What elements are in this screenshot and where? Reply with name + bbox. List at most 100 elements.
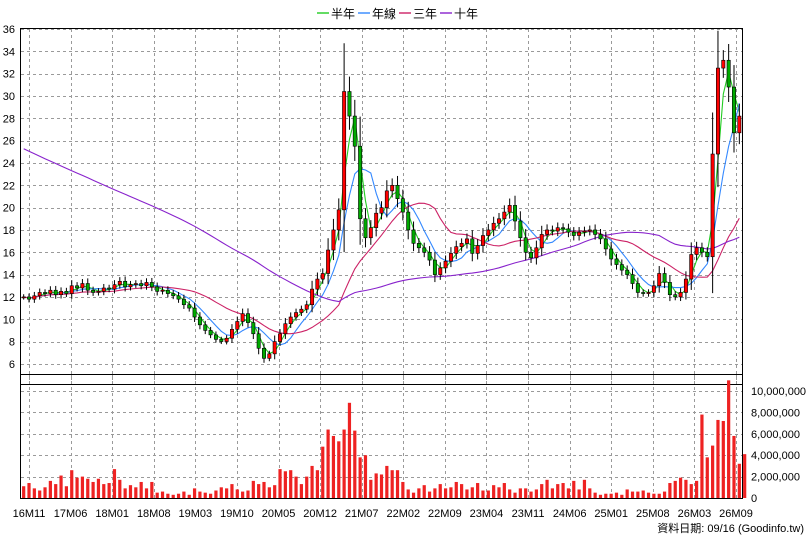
volume-axis: 0 2,000,000 4,000,000 6,000,000 8,000,000 10,… [751, 386, 806, 505]
volume-bar [86, 478, 90, 498]
price-tick-label: 36 [3, 24, 15, 36]
chart-legend: 半年 年線 三年 十年 [317, 6, 478, 21]
time-tick-label: 26M03 [678, 508, 712, 520]
volume-tick-label: 8,000,000 [751, 407, 800, 419]
volume-bar [225, 488, 229, 498]
volume-bar [128, 485, 133, 498]
time-axis: 16M11 17M06 18M01 18M08 19M03 19M10 20M05 20M12… [13, 508, 753, 520]
volume-bar [460, 484, 464, 498]
volume-bar [203, 492, 207, 498]
candle-body [619, 264, 624, 271]
candle-body [128, 284, 133, 288]
candle-body [213, 334, 218, 340]
stock-chart-window: 半年 年線 三年 十年 6 8 10 12 14 16 18 20 22 24 26 28 30 32 34 36 … [0, 0, 808, 540]
volume-bar [545, 479, 549, 498]
legend-label-ma_ten: 十年 [454, 7, 478, 21]
volume-bars [22, 380, 747, 498]
candle-body [603, 238, 608, 250]
volume-bar [214, 490, 218, 498]
candle-body [384, 190, 389, 208]
price-tick-label: 24 [3, 158, 15, 170]
volume-bar [641, 490, 645, 498]
candle-body [651, 285, 656, 293]
candle-body [80, 283, 85, 289]
time-tick-label: 22M09 [428, 508, 462, 520]
price-tick-label: 12 [3, 292, 15, 304]
candle-body [635, 283, 640, 293]
volume-bar [465, 489, 469, 498]
volume-bar [166, 493, 170, 498]
candle-body [630, 274, 635, 284]
candle-body [683, 278, 688, 293]
candle-body [593, 229, 598, 235]
volume-bar [144, 488, 149, 498]
candle-body [21, 296, 26, 299]
candle-body [513, 205, 517, 222]
candle-body [395, 184, 400, 199]
candle-body [133, 283, 138, 285]
candle-body [123, 280, 128, 288]
volume-bar [331, 435, 336, 498]
candle-body [69, 285, 74, 294]
price-tick-label: 34 [3, 46, 15, 58]
candle-body [203, 324, 208, 331]
volume-bar [315, 470, 320, 498]
volume-bar [443, 488, 448, 498]
volume-bar [470, 487, 474, 498]
time-tick-label: 17M06 [54, 508, 88, 520]
candle-body [149, 282, 154, 288]
candle-body [566, 228, 571, 233]
volume-bar [112, 469, 117, 498]
volume-bar [102, 484, 106, 498]
volume-bar [427, 491, 432, 498]
volume-bar [716, 419, 720, 498]
candle-body [294, 312, 299, 318]
volume-bar [267, 487, 271, 498]
candle-body [368, 227, 373, 239]
volume-bar [363, 455, 368, 498]
volume-bar [171, 494, 175, 498]
candle-body [438, 267, 443, 275]
volume-bar [577, 489, 581, 498]
candle-body [507, 205, 512, 213]
time-tick-label: 26M09 [719, 508, 753, 520]
candle-body [144, 282, 149, 287]
candle-body [235, 321, 240, 330]
candle-body [550, 229, 555, 232]
volume-bar [374, 473, 378, 498]
volume-bar [235, 489, 239, 498]
candle-body [400, 198, 405, 213]
candle-body [187, 304, 192, 309]
candle-body [27, 296, 31, 300]
volume-bar [433, 488, 437, 498]
candle-body [406, 211, 411, 231]
price-tick-label: 18 [3, 225, 15, 237]
volume-bar [561, 483, 565, 498]
volume-bar [662, 491, 667, 498]
volume-bar [449, 487, 453, 498]
candle-body [139, 283, 144, 287]
volume-bar [219, 487, 223, 498]
volume-bar [508, 489, 512, 498]
volume-bar [673, 480, 677, 498]
time-tick-label: 20M12 [303, 508, 337, 520]
time-tick-label: 18M01 [95, 508, 129, 520]
volume-tick-label: 4,000,000 [751, 450, 800, 462]
volume-bar [139, 481, 143, 498]
volume-bar [657, 493, 661, 498]
volume-bar [91, 481, 95, 498]
candle-body [64, 291, 69, 294]
volume-bar [513, 492, 517, 498]
candle-body [539, 234, 544, 249]
volume-bar [192, 488, 197, 498]
volume-bar [620, 494, 624, 498]
volume-bar [257, 484, 261, 498]
candle-body [379, 207, 384, 214]
volume-bar [155, 492, 159, 498]
volume-bar [604, 493, 608, 498]
candle-body [678, 292, 683, 298]
volume-bar [534, 489, 538, 498]
volume-bar [689, 484, 693, 498]
volume-bar [283, 471, 287, 498]
volume-bar [582, 479, 587, 498]
